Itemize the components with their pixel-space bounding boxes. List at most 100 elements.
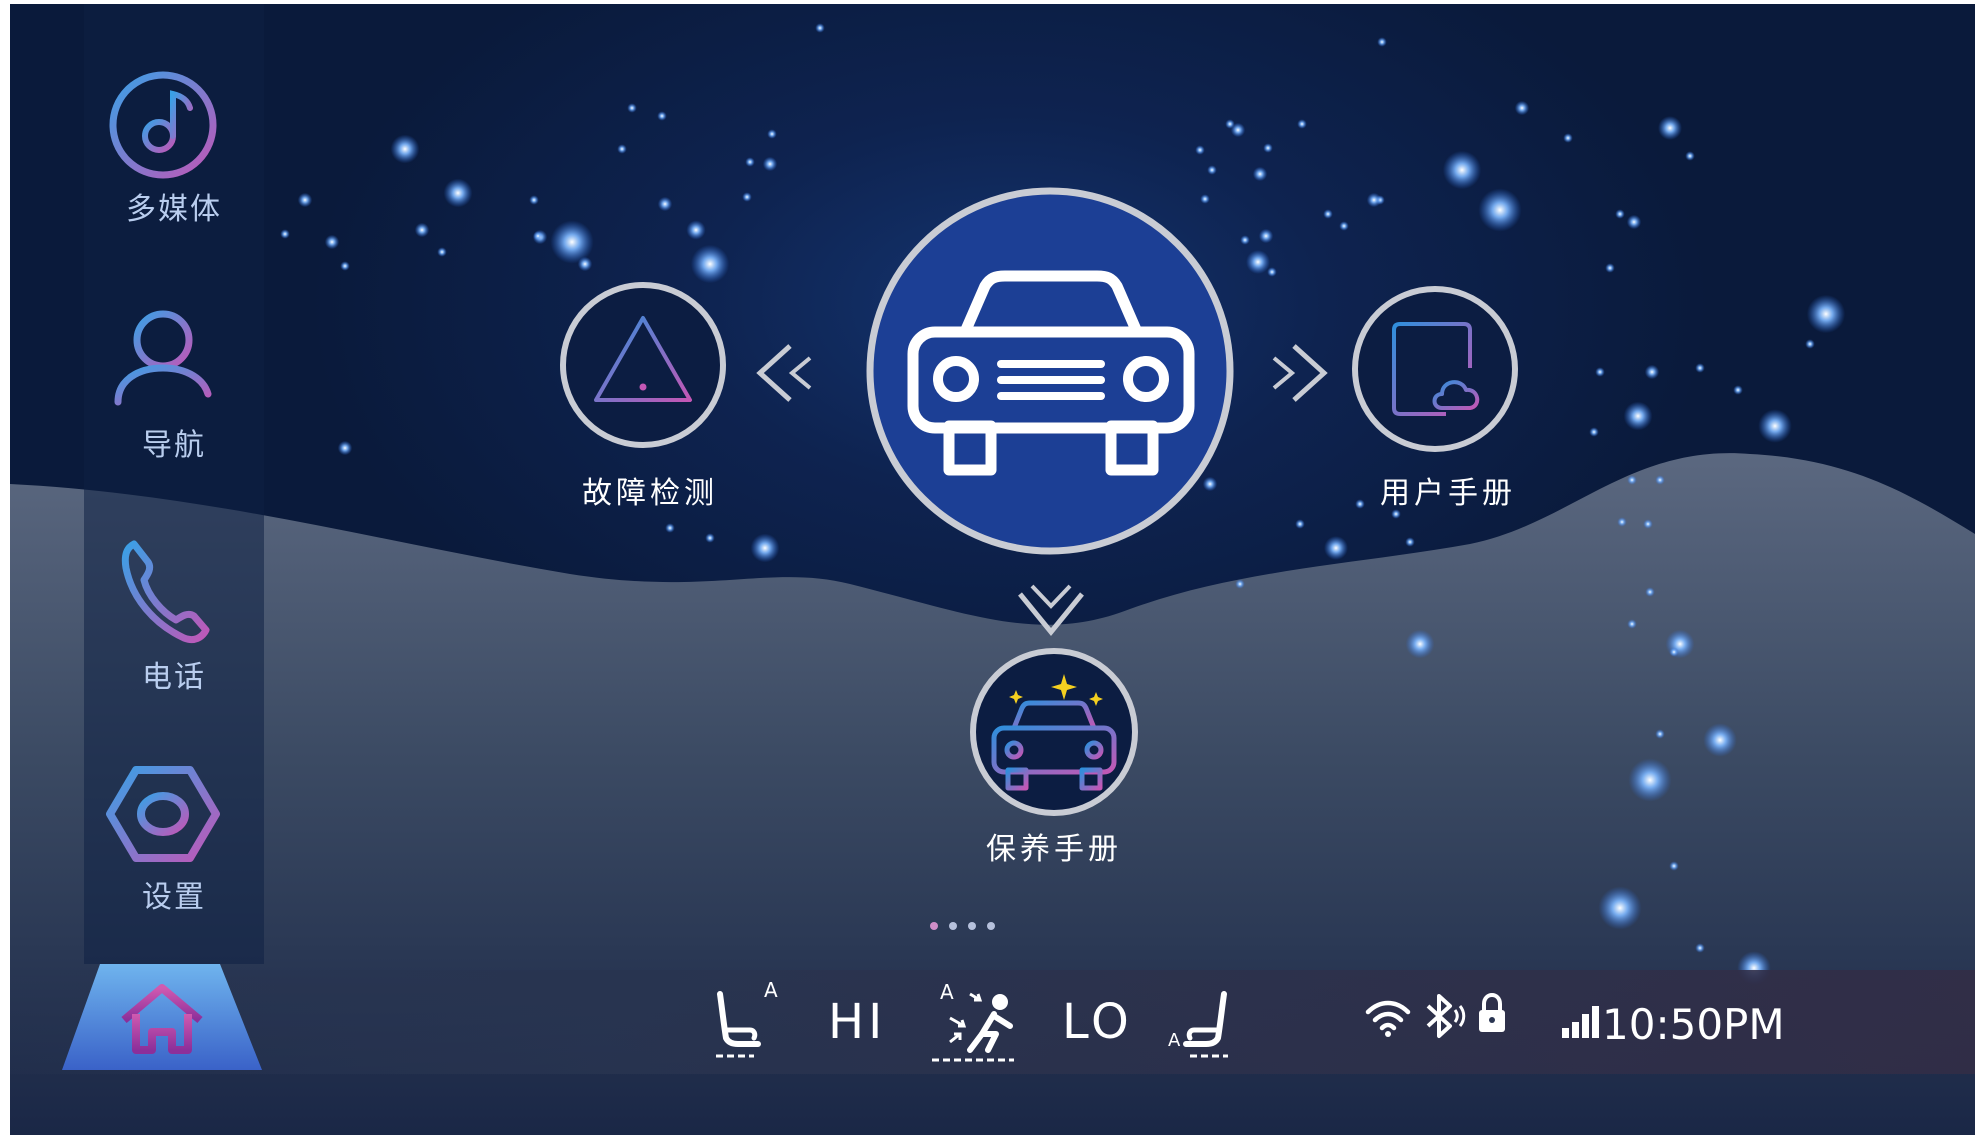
star-sparkle [280,229,290,239]
star-sparkle [1703,723,1737,757]
star-sparkle [767,129,777,139]
star-sparkle [533,231,543,241]
page-dot-active[interactable] [930,922,938,930]
star-sparkle [1297,119,1307,129]
star-sparkle [1246,250,1270,274]
fault-detection-button[interactable] [558,280,728,450]
sidebar-item-label: 导航 [142,428,206,463]
star-sparkle [1267,267,1277,277]
maintenance-manual-label: 保养手册 [986,832,1122,867]
star-sparkle [1685,151,1695,161]
page-dot[interactable] [987,922,995,930]
star-sparkle [657,111,667,121]
page-dot[interactable] [949,922,957,930]
star-sparkle [1366,192,1382,208]
star-sparkle [1252,166,1268,182]
sidebar-item-multimedia[interactable]: 多媒体 [84,66,264,246]
star-sparkle [577,256,593,272]
sidebar-item-label: 多媒体 [126,192,222,227]
star-sparkle [1605,263,1615,273]
bluetooth-icon[interactable] [1422,992,1466,1040]
star-sparkle [1669,861,1679,871]
star-sparkle [617,144,627,154]
star-sparkle [1514,100,1530,116]
sidebar-item-settings[interactable]: 设置 [84,756,264,936]
user-manual-button[interactable] [1350,284,1520,454]
star-sparkle [1598,886,1642,930]
airflow-mode: A [940,980,954,1004]
star-sparkle [1339,221,1349,231]
star-sparkle [815,23,825,33]
fan-high-button[interactable]: HI [828,994,886,1050]
star-sparkle [1644,364,1660,380]
left-seat-mode: A [764,978,778,1002]
star-sparkle [390,134,420,164]
star-sparkle [1615,209,1625,219]
star-sparkle [1623,401,1653,431]
star-sparkle [742,192,752,202]
star-sparkle [686,220,706,240]
star-sparkle [1207,165,1217,175]
star-sparkle [1405,537,1415,547]
clock-time: 10:50PM [1602,1000,1785,1049]
sidebar-item-label: 电话 [142,660,206,695]
sparkling-car-icon [970,648,1138,816]
star-sparkle [1658,116,1682,140]
seat-heat-right-icon [1183,991,1228,1058]
car-front-icon [866,187,1234,555]
star-sparkle [750,533,780,563]
star-sparkle [1627,475,1637,485]
star-sparkle [529,195,539,205]
vehicle-center-button[interactable] [865,186,1235,556]
star-sparkle [1295,519,1305,529]
star-sparkle [665,523,675,533]
star-sparkle [1617,517,1627,527]
seat-heat-left-button[interactable]: A [710,978,778,1066]
star-sparkle [1240,235,1250,245]
home-button[interactable] [62,964,262,1074]
star-sparkle [1645,587,1655,597]
star-sparkle [1655,729,1665,739]
music-note-icon [109,71,217,179]
star-sparkle [337,440,353,456]
sidebar-item-phone[interactable]: 电话 [84,534,264,714]
star-sparkle [657,196,673,212]
star-sparkle [340,261,350,271]
star-sparkle [297,192,313,208]
star-sparkle [1230,122,1246,138]
fan-low-button[interactable]: LO [1062,994,1133,1050]
star-sparkle [690,244,730,284]
sidebar-item-navigation[interactable]: 导航 [84,302,264,482]
warning-triangle-icon [560,282,726,448]
star-sparkle [443,178,473,208]
star-sparkle [1258,228,1274,244]
star-sparkle [1563,133,1573,143]
status-bar: A HI A LO A 10:50PM [10,964,1975,1074]
star-sparkle [1627,619,1637,629]
star-sparkle [1263,143,1273,153]
star-sparkle [1805,339,1815,349]
star-sparkle [1195,145,1205,155]
chevron-right-icon [1272,344,1328,402]
wifi-icon[interactable] [1364,998,1412,1038]
lock-icon[interactable] [1476,992,1508,1036]
star-sparkle [1595,367,1605,377]
star-sparkle [1628,758,1672,802]
star-sparkle [1695,363,1705,373]
fault-detection-label: 故障检测 [582,476,718,511]
star-sparkle [1806,294,1846,334]
maintenance-manual-button[interactable] [968,646,1140,818]
background-art [10,23,1975,1135]
star-sparkle [324,234,340,250]
page-dot[interactable] [968,922,976,930]
chevron-down-icon [1018,584,1084,636]
seat-heat-right-button[interactable]: A [1168,986,1234,1066]
chevron-left-icon [756,344,812,402]
star-sparkle [1442,150,1482,190]
hexagon-settings-icon [106,766,220,862]
star-sparkle [1324,536,1348,560]
user-manual-label: 用户手册 [1380,476,1516,511]
document-cloud-icon [1352,286,1518,452]
airflow-mode-button[interactable]: A [930,980,1020,1066]
star-sparkle [414,222,430,238]
